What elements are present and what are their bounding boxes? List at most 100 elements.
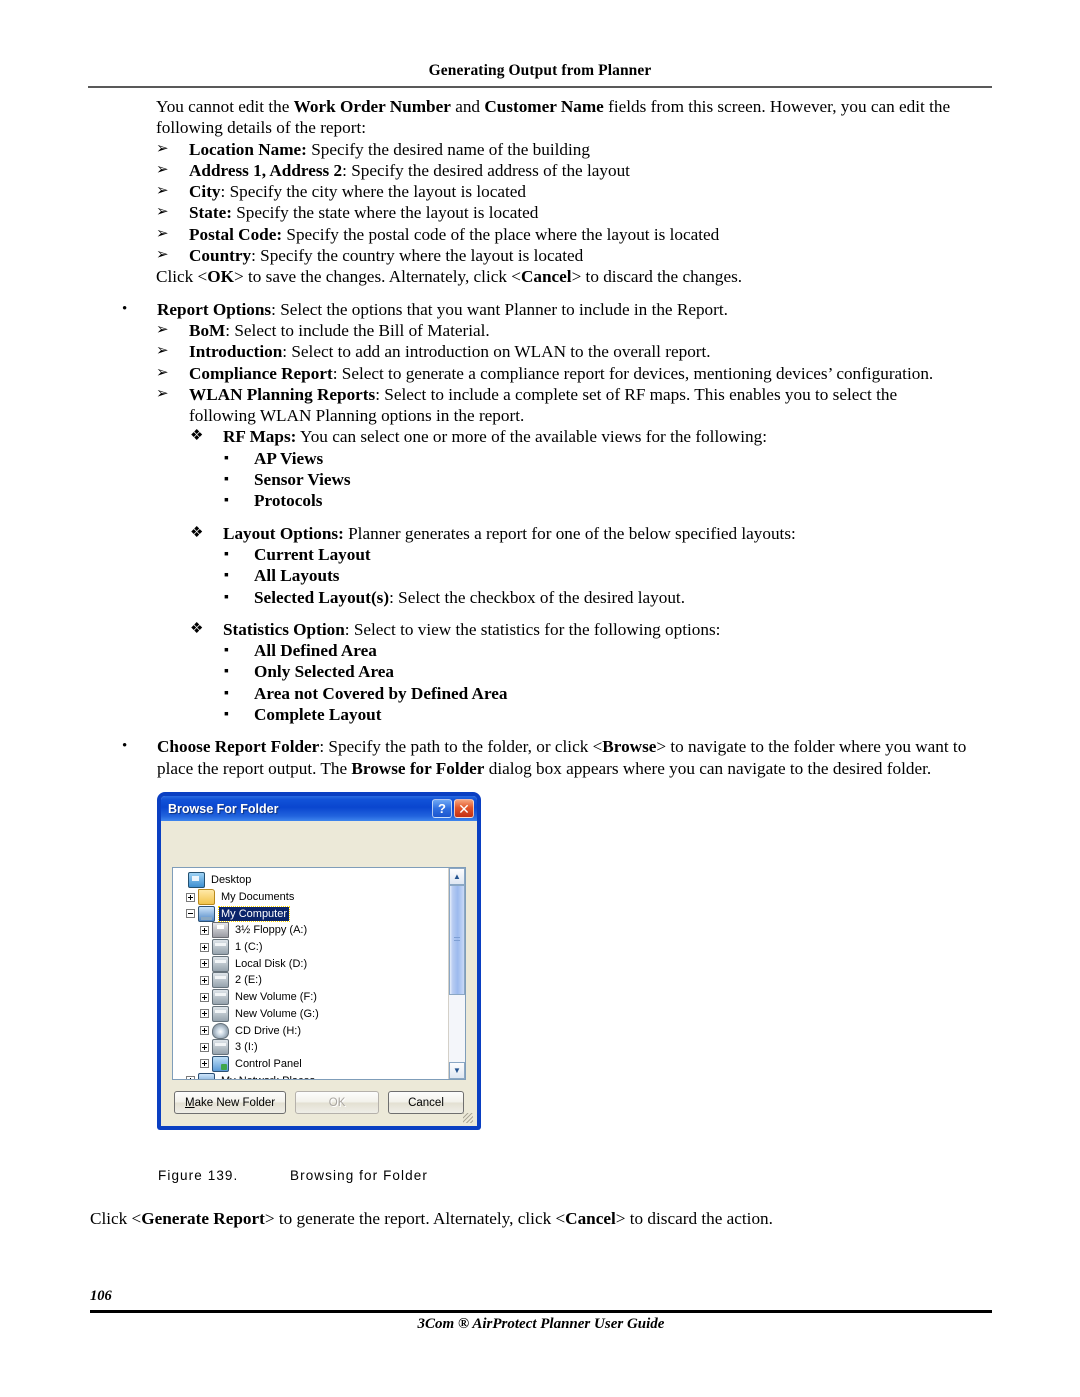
list-item-ap-views: ▪ AP Views [224, 448, 968, 469]
scroll-down-icon[interactable]: ▼ [449, 1062, 465, 1079]
dot-bullet-icon: • [122, 738, 128, 755]
footer-text: 3Com ® AirProtect Planner User Guide [417, 1316, 665, 1332]
list-item-text: All Layouts [254, 565, 968, 586]
list-item-text: AP Views [254, 448, 968, 469]
term: Report Options [157, 299, 272, 319]
note-c: > to save the changes. Alternately, clic… [233, 267, 521, 287]
term: Sensor Views [254, 470, 351, 490]
titlebar-buttons: ? ✕ [432, 799, 474, 818]
list-item-rf-maps: ❖ RF Maps: You can select one or more of… [190, 426, 968, 447]
desktop-icon [188, 872, 205, 889]
tree-item-control-panel[interactable]: Control Panel [176, 1055, 448, 1073]
list-item-complete-layout: ▪ Complete Layout [224, 704, 968, 725]
square-bullet-icon: ▪ [224, 568, 229, 584]
tree-item-my-computer[interactable]: My Computer [176, 905, 448, 922]
list-item-text: Sensor Views [254, 469, 968, 490]
expand-plus-icon[interactable] [200, 942, 209, 952]
list-item-text: Address 1, Address 2: Specify the desire… [189, 160, 968, 181]
tree-item-new-volume-g[interactable]: New Volume (G:) [176, 1005, 448, 1023]
folder-tree-box[interactable]: Desktop My Documents My Computer 3½ Flop… [172, 867, 466, 1080]
page-content: You cannot edit the Work Order Number an… [0, 96, 1080, 779]
header-title: Generating Output from Planner [428, 62, 652, 79]
expand-plus-icon[interactable] [200, 1042, 209, 1052]
tree-item-cd-drive-h[interactable]: CD Drive (H:) [176, 1022, 448, 1039]
closing-cancel: Cancel [565, 1209, 616, 1228]
collapse-minus-icon[interactable] [186, 909, 195, 919]
term: Layout Options: [223, 523, 344, 543]
desc-c: dialog box appears where you can navigat… [484, 758, 932, 778]
scroll-up-icon[interactable]: ▲ [449, 868, 465, 885]
header-divider [88, 86, 992, 88]
control-panel-icon [212, 1055, 229, 1072]
tree-item-desktop[interactable]: Desktop [176, 872, 448, 889]
tree-item-label: Control Panel [235, 1057, 302, 1070]
tree-item-new-volume-f[interactable]: New Volume (F:) [176, 989, 448, 1006]
tree-item-local-disk-d[interactable]: Local Disk (D:) [176, 955, 448, 972]
list-item-country: ➢ Country: Specify the country where the… [156, 245, 968, 266]
expand-plus-icon[interactable] [200, 1026, 209, 1036]
term: RF Maps: [223, 427, 297, 447]
tree-item-drive-e[interactable]: 2 (E:) [176, 972, 448, 989]
expand-plus-icon[interactable] [200, 992, 209, 1002]
expand-plus-icon[interactable] [200, 975, 209, 985]
list-item-choose-report-folder: • Choose Report Folder: Specify the path… [122, 736, 968, 779]
intro-paragraph: You cannot edit the Work Order Number an… [156, 96, 966, 139]
list-item-text: City: Specify the city where the layout … [189, 181, 968, 202]
tree-item-label: My Documents [221, 891, 295, 904]
cancel-button[interactable]: Cancel [387, 1091, 464, 1114]
arrow-bullet-icon: ➢ [156, 343, 169, 360]
list-item-city: ➢ City: Specify the city where the layou… [156, 181, 968, 202]
list-item-area-not-covered: ▪ Area not Covered by Defined Area [224, 683, 968, 704]
tree-item-my-documents[interactable]: My Documents [176, 889, 448, 906]
tree-item-label: My Computer [217, 905, 291, 922]
expand-plus-icon[interactable] [186, 892, 195, 902]
tree-item-drive-c[interactable]: 1 (C:) [176, 939, 448, 956]
list-item-text: Only Selected Area [254, 661, 968, 682]
page-number: 106 [90, 1288, 112, 1304]
list-item-all-layouts: ▪ All Layouts [224, 565, 968, 586]
tree-item-my-network-places[interactable]: My Network Places [176, 1072, 448, 1079]
expand-plus-icon[interactable] [200, 1009, 209, 1019]
expand-plus-icon[interactable] [200, 959, 209, 969]
expand-plus-icon[interactable] [200, 1059, 209, 1069]
folder-tree-list[interactable]: Desktop My Documents My Computer 3½ Flop… [173, 868, 448, 1079]
tree-item-drive-i[interactable]: 3 (I:) [176, 1039, 448, 1056]
desc: : Select to generate a compliance report… [332, 363, 934, 383]
browse-label: Browse [602, 737, 657, 757]
desc: : Select the checkbox of the desired lay… [389, 587, 685, 607]
expand-plus-icon[interactable] [186, 1076, 195, 1079]
figure-browse-for-folder: Browse For Folder ? ✕ Desktop My Documen… [158, 793, 480, 1129]
term: City [189, 182, 221, 202]
expand-plus-icon[interactable] [200, 925, 209, 935]
dialog-body: Desktop My Documents My Computer 3½ Flop… [161, 821, 477, 1126]
intro-text-c: and [450, 97, 485, 116]
tree-scrollbar[interactable]: ▲ ▼ [448, 868, 465, 1079]
term: Address 1, Address 2 [189, 160, 343, 180]
list-item-text: Compliance Report: Select to generate a … [189, 363, 968, 384]
scrollbar-thumb[interactable] [449, 885, 465, 995]
tree-item-floppy-a[interactable]: 3½ Floppy (A:) [176, 922, 448, 939]
list-item-text: RF Maps: You can select one or more of t… [223, 426, 968, 447]
list-item-all-defined-area: ▪ All Defined Area [224, 640, 968, 661]
ok-button[interactable]: OK [295, 1091, 380, 1114]
closing-generate-report: Generate Report [141, 1209, 265, 1228]
tree-item-label: New Volume (F:) [235, 991, 317, 1004]
make-new-folder-button[interactable]: Make New Folder [174, 1091, 287, 1114]
note-cancel: Cancel [520, 267, 572, 287]
tree-item-label: CD Drive (H:) [235, 1024, 301, 1037]
square-bullet-icon: ▪ [224, 664, 229, 680]
close-icon[interactable]: ✕ [454, 799, 474, 818]
tree-item-label: New Volume (G:) [235, 1007, 319, 1020]
arrow-bullet-icon: ➢ [156, 364, 169, 381]
help-icon[interactable]: ? [432, 799, 452, 818]
resize-grip-icon[interactable] [463, 1113, 473, 1123]
arrow-bullet-icon: ➢ [156, 204, 169, 221]
scrollbar-track[interactable] [449, 885, 465, 1062]
diamond-bullet-icon: ❖ [190, 524, 204, 541]
term: Current Layout [254, 544, 371, 564]
list-item-text: Report Options: Select the options that … [157, 299, 968, 320]
diamond-bullet-icon: ❖ [190, 428, 204, 445]
document-page: Generating Output from Planner You canno… [0, 0, 1080, 1397]
tree-item-label: 3 (I:) [235, 1041, 258, 1054]
term: State: [189, 203, 232, 223]
